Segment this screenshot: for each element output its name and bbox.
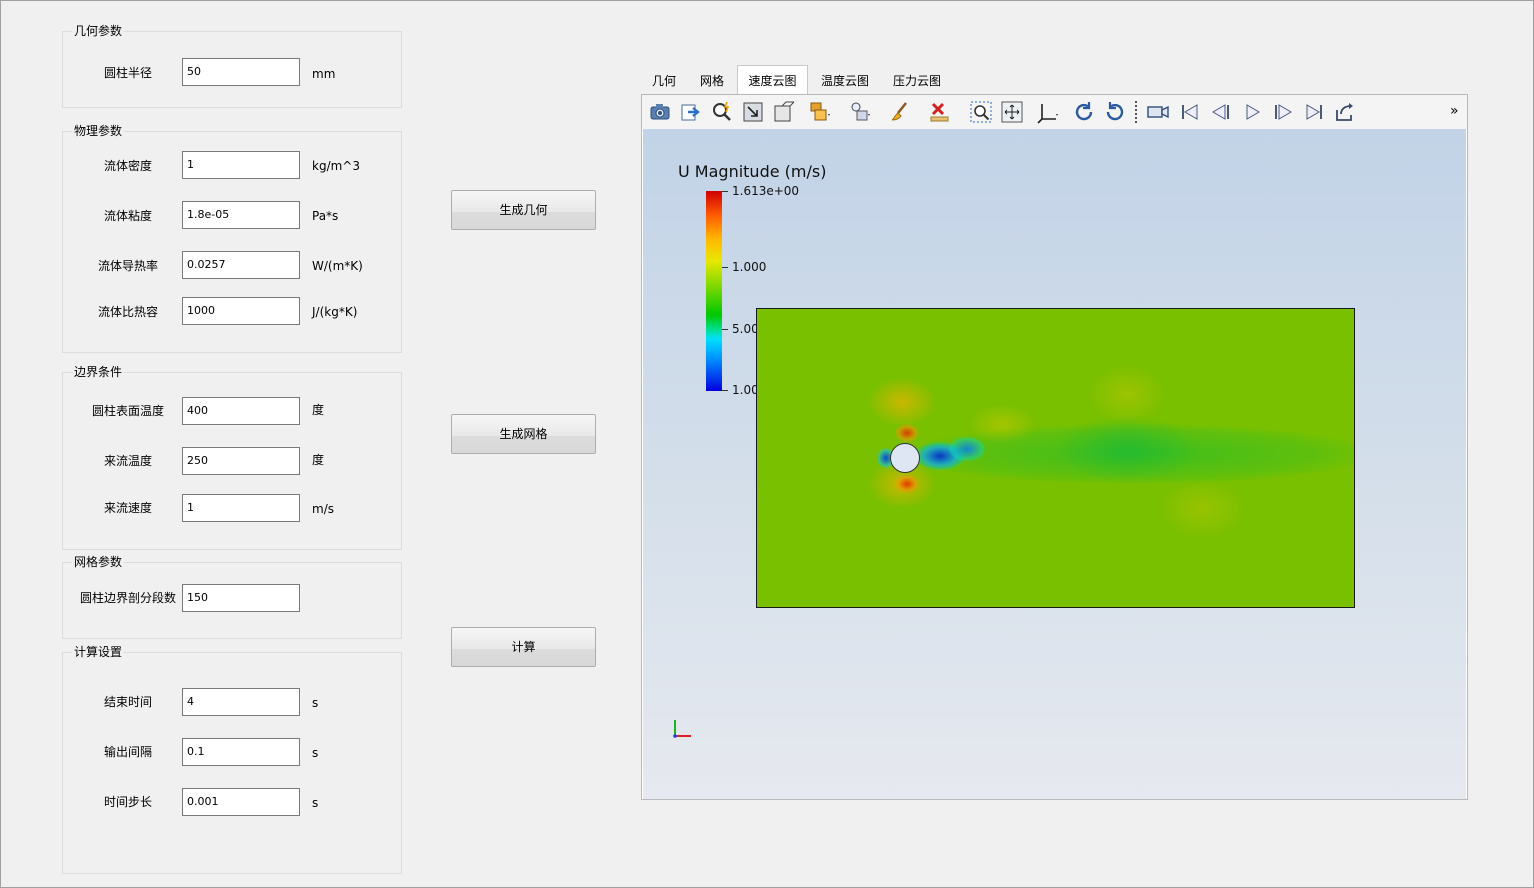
specific-heat-input[interactable]: 1000: [182, 297, 300, 325]
unit-surface-temp: 度: [312, 403, 325, 417]
tab-geometry[interactable]: 几何: [641, 69, 687, 94]
unit-inflow-temp: 度: [312, 453, 325, 467]
peak-region: [895, 424, 919, 442]
next-frame-icon[interactable]: [1271, 100, 1295, 124]
field-label-time-step: 时间步长: [103, 795, 152, 809]
rotate-cw-icon[interactable]: [1072, 100, 1096, 124]
compute-button[interactable]: 计算: [451, 627, 596, 667]
colorbar-tick: [722, 191, 728, 192]
field-label-inflow-temp: 来流温度: [103, 454, 152, 468]
boundary-segments-input[interactable]: 150: [182, 584, 300, 612]
render-view-icon[interactable]: [772, 100, 796, 124]
toolbar-separator: [1135, 101, 1138, 123]
pan-icon[interactable]: [1000, 100, 1024, 124]
cylinder-radius-input[interactable]: 50: [182, 58, 300, 86]
field-label-cylinder-radius: 圆柱半径: [103, 66, 152, 80]
surface-temp-input[interactable]: 400: [182, 397, 300, 425]
generate-geometry-button[interactable]: 生成几何: [451, 190, 596, 230]
group-physics: 物理参数 流体密度 1 kg/m^3 流体粘度 1.8e-05 Pa*s 流体导…: [62, 123, 402, 353]
rotate-ccw-icon[interactable]: [1103, 100, 1127, 124]
last-frame-icon[interactable]: [1302, 100, 1326, 124]
group-solver-title: 计算设置: [72, 644, 125, 660]
conductivity-input[interactable]: 0.0257: [182, 251, 300, 279]
colorbar-title: U Magnitude (m/s): [678, 162, 827, 181]
unit-viscosity: Pa*s: [312, 209, 339, 223]
colorbar-max-label: 1.613e+00: [732, 184, 800, 198]
output-interval-input[interactable]: 0.1: [182, 738, 300, 766]
tab-temperature-contour[interactable]: 温度云图: [811, 69, 879, 94]
fast-region: [867, 377, 937, 427]
viscosity-input[interactable]: 1.8e-05: [182, 201, 300, 229]
fast-region: [1087, 364, 1167, 424]
tab-mesh[interactable]: 网格: [689, 69, 735, 94]
density-input[interactable]: 1: [182, 151, 300, 179]
field-label-end-time: 结束时间: [103, 695, 152, 709]
field-label-inflow-velocity: 来流速度: [103, 501, 152, 515]
group-physics-title: 物理参数: [72, 123, 125, 139]
first-frame-icon[interactable]: [1178, 100, 1202, 124]
inflow-temp-input[interactable]: 250: [182, 447, 300, 475]
colorbar: [706, 191, 722, 391]
time-step-input[interactable]: 0.001: [182, 788, 300, 816]
clear-icon[interactable]: [928, 100, 952, 124]
unit-cylinder-radius: mm: [312, 67, 336, 81]
fast-region: [1157, 479, 1247, 539]
field-label-viscosity: 流体粘度: [103, 209, 152, 223]
zoom-box-icon[interactable]: [969, 100, 993, 124]
brush-icon[interactable]: [888, 100, 912, 124]
field-label-density: 流体密度: [103, 159, 152, 173]
tab-pressure-contour[interactable]: 压力云图: [883, 69, 951, 94]
group-geometry: 几何参数 圆柱半径 50 mm: [62, 23, 402, 108]
orientation-axes-icon: [673, 720, 691, 738]
lighting-icon[interactable]: [848, 100, 872, 124]
prev-frame-icon[interactable]: [1209, 100, 1233, 124]
colorbar-tick: [722, 329, 728, 330]
unit-specific-heat: J/(kg*K): [312, 305, 358, 319]
field-label-output-interval: 输出间隔: [103, 745, 152, 759]
play-icon[interactable]: [1240, 100, 1264, 124]
loop-icon[interactable]: [1333, 100, 1357, 124]
group-solver: 计算设置 结束时间 4 s 输出间隔 0.1 s 时间步长 0.001 s: [62, 644, 402, 874]
group-geometry-title: 几何参数: [72, 23, 125, 39]
reset-zoom-icon[interactable]: [741, 100, 765, 124]
zoom-data-icon[interactable]: [710, 100, 734, 124]
wake-patch: [1057, 414, 1197, 484]
view-toolbar: »: [642, 95, 1467, 129]
unit-inflow-velocity: m/s: [312, 502, 334, 516]
flow-domain: [756, 308, 1355, 608]
toolbar-overflow-button[interactable]: »: [1450, 103, 1459, 119]
field-label-boundary-segments: 圆柱边界剖分段数: [79, 591, 176, 605]
colorbar-tick: [722, 267, 728, 268]
field-label-specific-heat: 流体比热容: [97, 305, 158, 319]
tab-velocity-contour[interactable]: 速度云图: [737, 65, 808, 95]
axes-icon[interactable]: [1036, 100, 1060, 124]
colorbar-tick: [722, 390, 728, 391]
export-icon[interactable]: [679, 100, 703, 124]
group-boundary-title: 边界条件: [72, 364, 125, 380]
unit-end-time: s: [312, 696, 319, 710]
fast-region: [967, 404, 1037, 444]
inflow-velocity-input[interactable]: 1: [182, 494, 300, 522]
field-label-surface-temp: 圆柱表面温度: [91, 404, 164, 418]
group-mesh: 网格参数 圆柱边界剖分段数 150: [62, 554, 402, 639]
colorbar-mid-label: 1.000: [732, 260, 767, 274]
peak-region: [895, 475, 919, 493]
unit-time-step: s: [312, 796, 319, 810]
view-options-icon[interactable]: [808, 100, 832, 124]
cylinder: [890, 443, 920, 473]
group-mesh-title: 网格参数: [72, 554, 125, 570]
unit-output-interval: s: [312, 746, 319, 760]
unit-density: kg/m^3: [312, 159, 360, 173]
vortex-core: [949, 437, 985, 461]
generate-mesh-button[interactable]: 生成网格: [451, 414, 596, 454]
velocity-contour-render: U Magnitude (m/s) 1.613e+00 1.000 5.000e…: [643, 129, 1466, 799]
render-viewer: » U Magnitude (m/s) 1.613e+00 1.000 5.00…: [641, 94, 1468, 800]
group-boundary: 边界条件 圆柱表面温度 400 度 来流温度 250 度 来流速度 1 m/s: [62, 364, 402, 550]
end-time-input[interactable]: 4: [182, 688, 300, 716]
field-label-conductivity: 流体导热率: [97, 259, 158, 273]
unit-conductivity: W/(m*K): [312, 259, 363, 273]
camera-icon[interactable]: [648, 100, 672, 124]
camera-record-icon[interactable]: [1146, 100, 1170, 124]
